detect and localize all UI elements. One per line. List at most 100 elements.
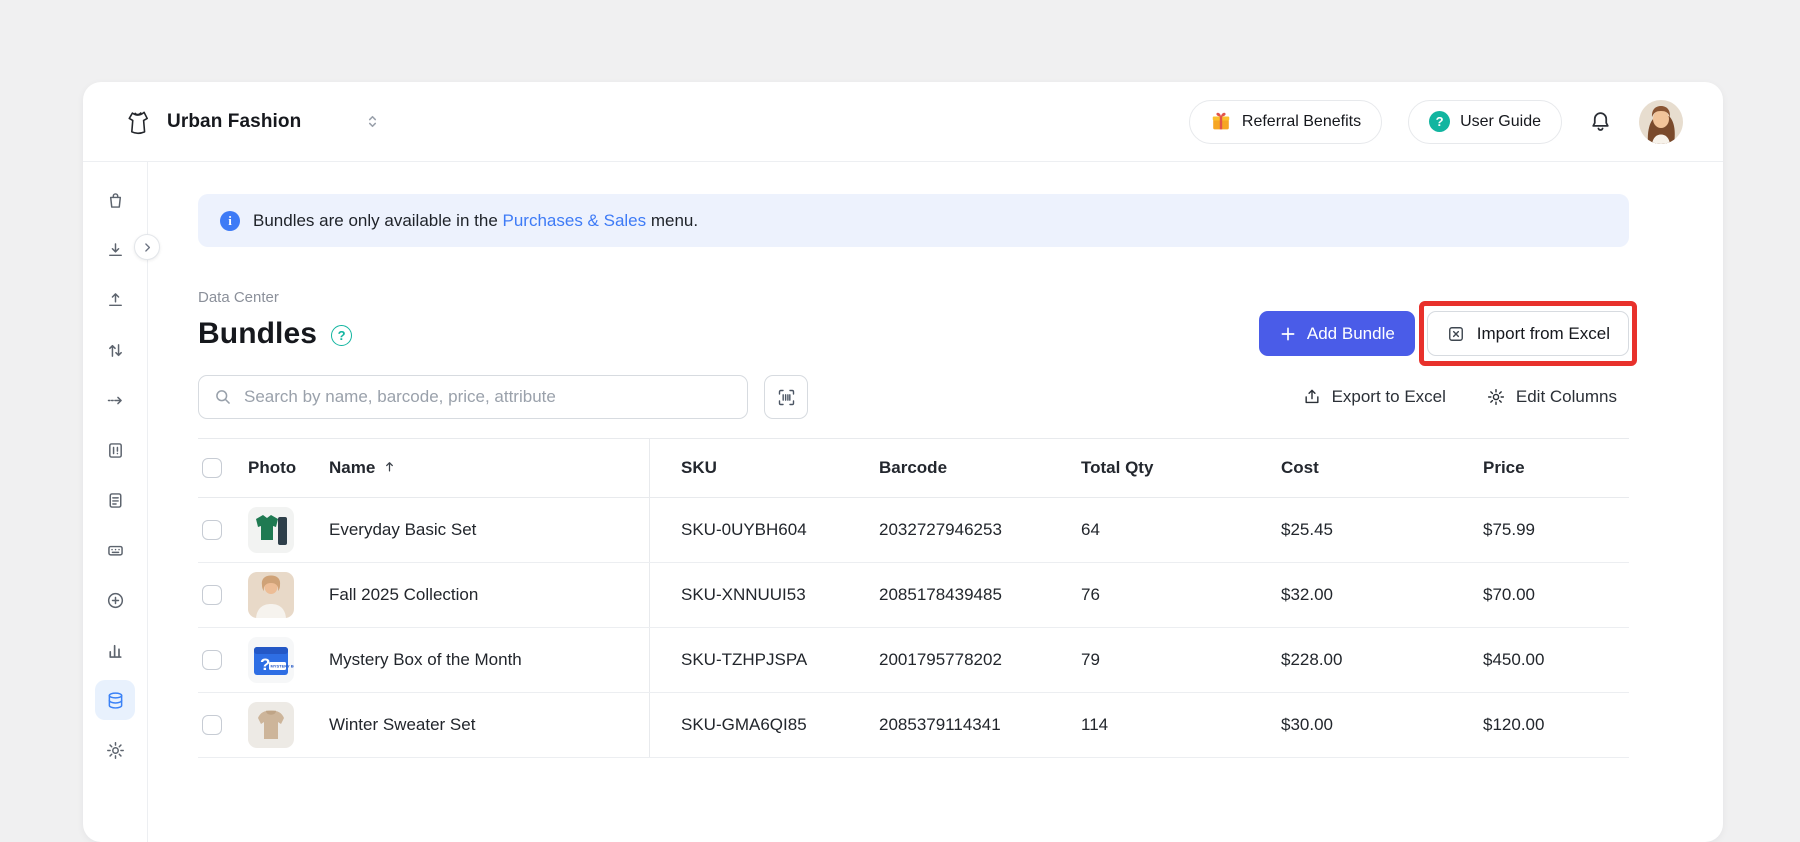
sidebar-item-transfers[interactable] — [95, 330, 135, 370]
mystery-mark: ? — [260, 655, 270, 674]
export-icon — [1302, 387, 1322, 407]
banner-text-suffix: menu. — [646, 211, 698, 230]
page-title: Bundles — [198, 317, 317, 351]
column-qty: Total Qty — [1081, 458, 1281, 478]
cell-name: Everyday Basic Set — [329, 498, 650, 562]
upload-icon — [105, 290, 126, 311]
table-row[interactable]: ? MYSTERY BOX Mystery Box of the Month S… — [198, 628, 1629, 693]
cell-cost: $32.00 — [1281, 585, 1483, 605]
transfer-arrows-icon — [105, 340, 126, 361]
user-guide-label: User Guide — [1460, 113, 1541, 131]
sidebar-item-cash-register[interactable] — [95, 530, 135, 570]
excel-icon — [1446, 324, 1466, 344]
brand-logo-icon — [123, 107, 153, 137]
gear-icon — [105, 740, 126, 761]
gift-icon — [1210, 111, 1232, 133]
table-row[interactable]: Fall 2025 Collection SKU-XNNUUI53 208517… — [198, 563, 1629, 628]
chevron-right-icon — [141, 241, 154, 254]
export-excel-button[interactable]: Export to Excel — [1302, 387, 1446, 407]
barcode-scan-icon — [776, 387, 797, 408]
column-sku: SKU — [650, 458, 879, 478]
sidebar-item-purchases[interactable] — [95, 180, 135, 220]
barcode-scan-button[interactable] — [764, 375, 808, 419]
add-bundle-label: Add Bundle — [1307, 324, 1395, 344]
sidebar-item-incoming[interactable] — [95, 230, 135, 270]
sidebar-item-write-off[interactable] — [95, 380, 135, 420]
help-circle-icon: ? — [1429, 111, 1450, 132]
bundle-name: Everyday Basic Set — [329, 520, 476, 540]
export-excel-label: Export to Excel — [1332, 387, 1446, 407]
bundle-name: Winter Sweater Set — [329, 715, 475, 735]
row-checkbox[interactable] — [202, 650, 222, 670]
plus-icon — [1279, 325, 1297, 343]
edit-columns-button[interactable]: Edit Columns — [1486, 387, 1617, 407]
cell-name: Mystery Box of the Month — [329, 628, 650, 692]
mystery-label: MYSTERY BOX — [271, 664, 295, 669]
app-body: i Bundles are only available in the Purc… — [83, 162, 1723, 842]
sidebar-item-analytics[interactable] — [95, 630, 135, 670]
referral-benefits-button[interactable]: Referral Benefits — [1189, 100, 1382, 144]
search-input[interactable] — [244, 387, 733, 407]
sidebar-item-documents[interactable] — [95, 480, 135, 520]
bundles-table: Photo Name SKU Barcode Total Qty Cost Pr… — [198, 438, 1629, 758]
store-switcher-icon[interactable] — [363, 112, 382, 131]
sidebar-item-add-product[interactable] — [95, 580, 135, 620]
bundle-photo — [248, 702, 329, 748]
sort-ascending-icon — [382, 459, 397, 474]
purchases-sales-link[interactable]: Purchases & Sales — [503, 211, 647, 230]
cell-barcode: 2001795778202 — [879, 650, 1081, 670]
keypad-icon — [105, 540, 126, 561]
column-price: Price — [1483, 458, 1629, 478]
cell-price: $120.00 — [1483, 715, 1629, 735]
cell-price: $75.99 — [1483, 520, 1629, 540]
table-row[interactable]: Winter Sweater Set SKU-GMA6QI85 20853791… — [198, 693, 1629, 758]
cell-barcode: 2085178439485 — [879, 585, 1081, 605]
info-banner: i Bundles are only available in the Purc… — [198, 194, 1629, 247]
select-all-checkbox[interactable] — [202, 458, 222, 478]
stock-count-icon — [105, 440, 126, 461]
cell-price: $450.00 — [1483, 650, 1629, 670]
user-avatar[interactable] — [1639, 100, 1683, 144]
sidebar-item-stock-count[interactable] — [95, 430, 135, 470]
cell-qty: 114 — [1081, 715, 1281, 735]
title-actions: Add Bundle Import from Excel — [1259, 311, 1629, 356]
page-help-icon[interactable]: ? — [331, 325, 352, 346]
columns-gear-icon — [1486, 387, 1506, 407]
row-checkbox[interactable] — [202, 585, 222, 605]
breadcrumb-section: Data Center — [198, 289, 1629, 306]
brand-name: Urban Fashion — [167, 111, 301, 133]
sidebar — [83, 162, 148, 842]
cell-cost: $228.00 — [1281, 650, 1483, 670]
bundle-photo — [248, 572, 329, 618]
top-bar: Urban Fashion Referral Benefits — [83, 82, 1723, 162]
cell-sku: SKU-0UYBH604 — [650, 520, 879, 540]
sidebar-expand-button[interactable] — [134, 234, 160, 260]
cell-qty: 76 — [1081, 585, 1281, 605]
import-excel-button[interactable]: Import from Excel — [1427, 311, 1629, 356]
user-guide-button[interactable]: ? User Guide — [1408, 100, 1562, 144]
sidebar-item-settings[interactable] — [95, 730, 135, 770]
sidebar-item-data-center[interactable] — [95, 680, 135, 720]
edit-columns-label: Edit Columns — [1516, 387, 1617, 407]
bundle-photo: ? MYSTERY BOX — [248, 637, 329, 683]
top-bar-right: Referral Benefits ? User Guide — [1189, 100, 1683, 144]
table-row[interactable]: Everyday Basic Set SKU-0UYBH604 20327279… — [198, 498, 1629, 563]
column-barcode: Barcode — [879, 458, 1081, 478]
notifications-bell-icon[interactable] — [1588, 109, 1613, 134]
app-window: Urban Fashion Referral Benefits — [83, 82, 1723, 842]
shopping-bag-icon — [105, 190, 126, 211]
database-icon — [105, 690, 126, 711]
row-checkbox[interactable] — [202, 715, 222, 735]
cell-sku: SKU-GMA6QI85 — [650, 715, 879, 735]
sidebar-item-outgoing[interactable] — [95, 280, 135, 320]
row-checkbox[interactable] — [202, 520, 222, 540]
cell-qty: 64 — [1081, 520, 1281, 540]
search-icon — [213, 387, 233, 407]
bundle-name: Fall 2025 Collection — [329, 585, 478, 605]
add-bundle-button[interactable]: Add Bundle — [1259, 311, 1415, 356]
column-name[interactable]: Name — [329, 439, 650, 497]
cell-barcode: 2032727946253 — [879, 520, 1081, 540]
bar-chart-icon — [105, 640, 126, 661]
search-box — [198, 375, 748, 419]
bundle-photo — [248, 507, 329, 553]
